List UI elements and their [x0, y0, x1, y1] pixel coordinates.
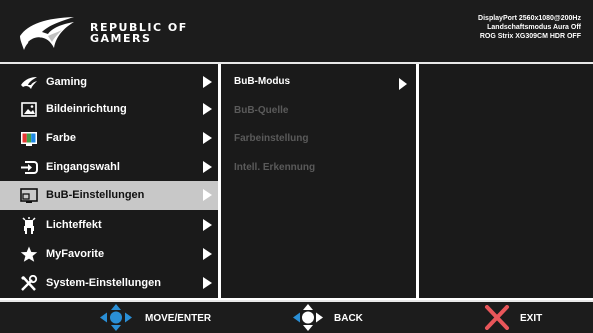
joystick-back-icon: [293, 304, 323, 331]
menu-item-bildeinrichtung[interactable]: Bildeinrichtung: [0, 95, 218, 124]
menu-label: Gaming: [46, 76, 87, 88]
brand-name: REPUBLIC OF GAMERS: [90, 22, 188, 44]
submenu-item-bub-quelle: BuB-Quelle: [234, 105, 289, 116]
menu-label: BuB-Einstellungen: [46, 189, 145, 201]
chevron-right-icon: [203, 76, 212, 88]
submenu-panel: BuB-Modus BuB-Quelle Farbeinstellung Int…: [221, 64, 416, 298]
move-enter-label: MOVE/ENTER: [145, 313, 212, 324]
submenu-item-intell-erkennung: Intell. Erkennung: [234, 162, 316, 173]
menu-item-eingangswahl[interactable]: Eingangswahl: [0, 153, 218, 182]
tools-icon: [21, 275, 38, 291]
back-label: BACK: [334, 313, 363, 324]
image-icon: [21, 102, 37, 117]
chevron-right-icon: [203, 219, 212, 231]
star-icon: [20, 246, 38, 262]
menu-item-farbe[interactable]: Farbe: [0, 124, 218, 153]
options-panel: [419, 64, 593, 298]
chevron-right-icon: [203, 277, 212, 289]
menu-label: Lichteffekt: [46, 219, 102, 231]
menu-label: MyFavorite: [46, 248, 105, 260]
close-icon: [485, 305, 509, 330]
back-button[interactable]: BACK: [293, 302, 383, 333]
osd-footer: MOVE/ENTER BACK EXIT: [0, 300, 593, 333]
menu-label: Farbe: [46, 132, 76, 144]
menu-item-lichteffekt[interactable]: Lichteffekt: [0, 211, 218, 240]
main-menu: Gaming Bildeinrichtung Farbe Eingangswah…: [0, 64, 218, 298]
menu-label: System-Einstellungen: [46, 277, 161, 289]
status-info: DisplayPort 2560x1080@200Hz Landschaftsm…: [478, 14, 581, 41]
joystick-icon: [100, 304, 132, 331]
input-icon: [21, 161, 38, 174]
osd-window: REPUBLIC OF GAMERS DisplayPort 2560x1080…: [0, 0, 593, 333]
status-line-1: DisplayPort 2560x1080@200Hz: [478, 15, 581, 22]
rog-eye-icon: [21, 77, 37, 89]
chevron-right-icon: [203, 189, 212, 201]
submenu-label: BuB-Modus: [234, 76, 291, 87]
rog-logo-icon: [20, 17, 74, 50]
menu-item-bub-einstellungen[interactable]: BuB-Einstellungen: [0, 181, 218, 210]
status-line-3: ROG Strix XG309CM HDR OFF: [479, 33, 581, 40]
chevron-right-icon: [203, 161, 212, 173]
exit-button[interactable]: EXIT: [484, 302, 564, 333]
submenu-item-farbeinstellung: Farbeinstellung: [234, 133, 309, 144]
status-line-2: Landschaftsmodus Aura Off: [487, 24, 581, 31]
chevron-right-icon: [203, 132, 212, 144]
exit-label: EXIT: [520, 313, 543, 324]
chevron-right-icon: [203, 103, 212, 115]
chevron-right-icon: [399, 78, 407, 90]
menu-label: Eingangswahl: [46, 161, 120, 173]
color-icon: [21, 132, 37, 146]
chevron-right-icon: [203, 248, 212, 260]
menu-item-system-einstellungen[interactable]: System-Einstellungen: [0, 269, 218, 298]
submenu-item-bub-modus[interactable]: BuB-Modus: [221, 68, 416, 97]
brand-line-2: GAMERS: [90, 32, 152, 45]
pip-icon: [20, 188, 38, 203]
menu-item-myfavorite[interactable]: MyFavorite: [0, 240, 218, 269]
light-icon: [22, 217, 36, 234]
menu-label: Bildeinrichtung: [46, 103, 127, 115]
menu-item-gaming[interactable]: Gaming: [0, 68, 218, 97]
osd-header: REPUBLIC OF GAMERS DisplayPort 2560x1080…: [0, 0, 593, 64]
move-enter-button[interactable]: MOVE/ENTER: [100, 302, 230, 333]
